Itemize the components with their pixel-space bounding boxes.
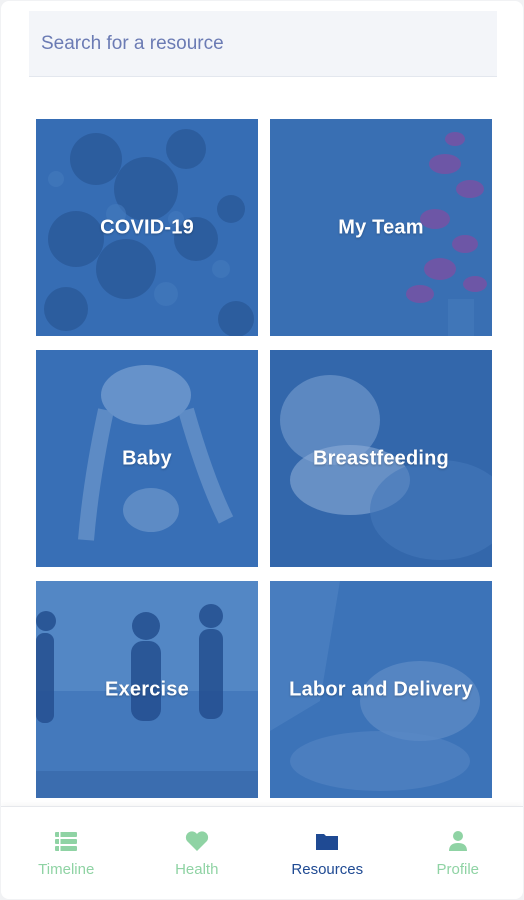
tile-label: Breastfeeding	[313, 447, 449, 469]
tab-resources[interactable]: Resources	[262, 807, 393, 899]
tab-profile[interactable]: Profile	[393, 807, 524, 899]
search-bar[interactable]	[29, 11, 497, 77]
bottom-tab-bar: Timeline Health Resources Profile	[1, 806, 523, 899]
tile-baby[interactable]: Baby	[36, 350, 258, 567]
tab-label: Timeline	[38, 861, 95, 878]
search-input[interactable]	[29, 32, 497, 55]
folder-icon	[316, 834, 339, 850]
resources-screen: COVID-19 My Team	[1, 1, 523, 899]
tab-health[interactable]: Health	[132, 807, 263, 899]
tab-label: Health	[175, 861, 219, 878]
tile-label: My Team	[338, 216, 424, 238]
tab-timeline[interactable]: Timeline	[1, 807, 132, 899]
tab-label: Profile	[436, 861, 480, 878]
tile-label: Baby	[122, 447, 172, 469]
tile-label: Labor and Delivery	[289, 678, 473, 700]
tile-label: COVID-19	[100, 216, 194, 238]
person-icon	[448, 831, 467, 851]
tile-my-team[interactable]: My Team	[270, 119, 492, 336]
tile-covid-19[interactable]: COVID-19	[36, 119, 258, 336]
tile-breastfeeding[interactable]: Breastfeeding	[270, 350, 492, 567]
tile-label: Exercise	[105, 678, 189, 700]
tab-label: Resources	[291, 861, 364, 878]
list-icon	[55, 832, 78, 851]
tile-exercise[interactable]: Exercise	[36, 581, 258, 798]
heart-icon	[185, 831, 208, 851]
tile-labor-and-delivery[interactable]: Labor and Delivery	[270, 581, 492, 798]
